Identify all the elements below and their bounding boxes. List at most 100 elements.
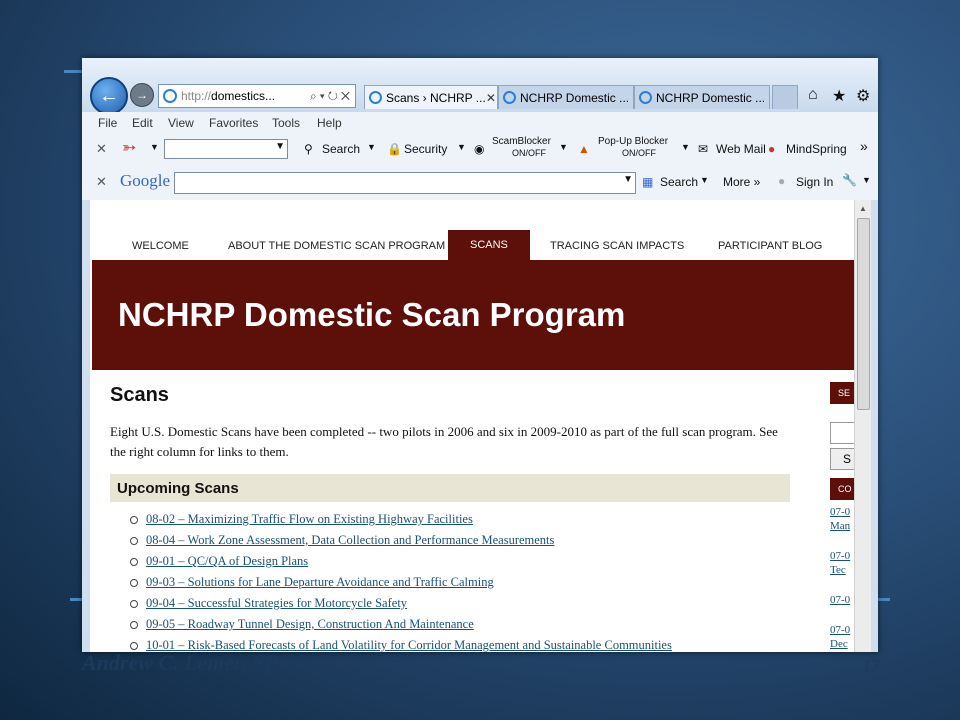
completed-scan-link[interactable]: 07-0 <box>830 594 850 606</box>
nav-welcome[interactable]: WELCOME <box>132 240 189 252</box>
browser-window: ← → http:// domestics... ⌕▾↻✕ Scans › NC… <box>82 58 878 652</box>
completed-scan-link[interactable]: 07-0 <box>830 550 850 562</box>
menu-edit[interactable]: Edit <box>132 116 153 130</box>
nav-scans[interactable]: SCANS <box>448 230 530 260</box>
scrollbar-thumb[interactable] <box>857 218 870 410</box>
google-search-field[interactable]: ▼ <box>174 172 636 194</box>
slide-author: Andrew C. Lemer, SPO <box>82 650 295 675</box>
completed-scan-link[interactable]: Man <box>830 520 850 532</box>
tab-label: Scans › NCHRP ... <box>386 90 486 105</box>
tab-close-icon[interactable]: ✕ <box>486 91 497 105</box>
popup-blocker-state[interactable]: ON/OFF <box>622 148 656 158</box>
completed-scan-link[interactable]: 07-0 <box>830 624 850 636</box>
gear-icon[interactable]: ⚙ <box>856 86 870 106</box>
bullet-icon <box>130 642 138 651</box>
menu-tools[interactable]: Tools <box>272 116 300 130</box>
address-protocol: http:// <box>181 89 212 103</box>
site-search-input[interactable] <box>830 422 854 444</box>
home-icon[interactable]: ⌂ <box>808 86 818 104</box>
menu-help[interactable]: Help <box>317 116 342 130</box>
list-item: 08-04 – Work Zone Assessment, Data Colle… <box>130 533 554 548</box>
list-item: 09-01 – QC/QA of Design Plans <box>130 554 308 569</box>
favorites-star-icon[interactable]: ★ <box>832 86 846 106</box>
scan-link[interactable]: 08-04 – Work Zone Assessment, Data Colle… <box>146 533 554 547</box>
more-chevrons-icon[interactable]: » <box>860 138 868 154</box>
nav-blog[interactable]: PARTICIPANT BLOG <box>718 240 822 252</box>
tab-label: NCHRP Domestic ... <box>520 90 630 105</box>
google-search-button[interactable]: Search <box>660 175 698 189</box>
google-toolbar: ✕ Google ▼ ▦ Search ▼ More » ● Sign In 🔧… <box>82 164 878 200</box>
tab-label: NCHRP Domestic ... <box>656 90 766 105</box>
address-domain: domestics... <box>211 89 276 103</box>
tab-scans[interactable]: Scans › NCHRP ... ✕ <box>364 85 498 109</box>
ie-page-icon <box>163 89 177 103</box>
scan-link[interactable]: 09-03 – Solutions for Lane Departure Avo… <box>146 575 494 589</box>
address-tools-icon[interactable]: ⌕▾↻✕ <box>310 89 355 104</box>
toolbar-search-field[interactable]: ▼ <box>164 139 288 159</box>
page-heading: Scans <box>110 384 169 406</box>
site-search-button[interactable]: S <box>830 448 854 470</box>
mindspring-button[interactable]: MindSpring <box>786 142 847 156</box>
chevron-down-icon[interactable]: ▼ <box>862 175 871 185</box>
security-button[interactable]: Security <box>404 142 447 156</box>
scan-link[interactable]: 08-02 – Maximizing Traffic Flow on Exist… <box>146 512 473 526</box>
lock-icon: 🔒 <box>387 142 402 156</box>
wrench-icon[interactable]: 🔧 <box>842 173 857 187</box>
browser-titlebar: ← → http:// domestics... ⌕▾↻✕ Scans › NC… <box>82 58 878 115</box>
bullet-icon <box>130 516 138 525</box>
menu-file[interactable]: File <box>98 116 117 130</box>
bullet-icon <box>130 621 138 630</box>
scamblocker-state[interactable]: ON/OFF <box>512 148 546 158</box>
signin-icon: ● <box>778 174 786 188</box>
chevron-down-icon[interactable]: ▼ <box>700 175 709 185</box>
bullet-icon <box>130 537 138 546</box>
completed-scan-link[interactable]: Dec <box>830 638 848 650</box>
google-logo: Google <box>120 171 171 190</box>
more-button[interactable]: More » <box>723 175 760 189</box>
scan-link[interactable]: 09-05 – Roadway Tunnel Design, Construct… <box>146 617 474 631</box>
chevron-down-icon[interactable]: ▼ <box>623 174 633 185</box>
menu-view[interactable]: View <box>168 116 194 130</box>
search-box-header: SE <box>830 382 854 404</box>
menu-favorites[interactable]: Favorites <box>209 116 258 130</box>
mindspring-icon: ● <box>768 142 776 156</box>
bullet-icon <box>130 600 138 609</box>
chevron-down-icon[interactable]: ▼ <box>457 142 466 152</box>
chevron-down-icon[interactable]: ▼ <box>367 142 376 152</box>
scroll-up-icon[interactable]: ▲ <box>859 204 867 213</box>
ie-tab-icon <box>369 91 382 104</box>
ie-tab-icon <box>639 91 652 104</box>
vertical-scrollbar[interactable]: ▲ <box>854 200 871 652</box>
slide-page-number: 17 <box>862 656 880 676</box>
tab-nchrp-1[interactable]: NCHRP Domestic ... <box>498 85 634 109</box>
search-icon[interactable]: ⚲ <box>304 142 313 156</box>
sign-in-button[interactable]: Sign In <box>796 175 833 189</box>
back-arrow-icon[interactable]: ← <box>90 77 128 115</box>
scan-link[interactable]: 09-01 – QC/QA of Design Plans <box>146 554 308 568</box>
earthlink-toolbar: ✕ ➳ ▼ ▼ ⚲ Search ▼ 🔒 Security ▼ ◉ ScamBl… <box>82 134 878 164</box>
mail-icon: ✉ <box>698 142 709 156</box>
scamblocker-title[interactable]: ScamBlocker <box>492 136 551 147</box>
web-mail-button[interactable]: Web Mail <box>716 142 766 156</box>
completed-scan-link[interactable]: 07-0 <box>830 506 850 518</box>
toolbar-search-button[interactable]: Search <box>322 142 360 156</box>
popup-blocker-title[interactable]: Pop-Up Blocker <box>598 136 668 147</box>
chevron-down-icon[interactable]: ▼ <box>275 141 285 152</box>
chevron-down-icon[interactable]: ▼ <box>559 142 568 152</box>
tab-nchrp-2[interactable]: NCHRP Domestic ... <box>634 85 770 109</box>
menu-bar: File Edit View Favorites Tools Help <box>82 112 878 134</box>
chevron-down-icon[interactable]: ▼ <box>150 142 159 152</box>
forward-arrow-icon[interactable]: → <box>130 83 154 107</box>
list-item: 09-05 – Roadway Tunnel Design, Construct… <box>130 617 474 632</box>
scan-link[interactable]: 09-04 – Successful Strategies for Motorc… <box>146 596 407 610</box>
scamblocker-icon: ◉ <box>474 142 485 156</box>
nav-tracing[interactable]: TRACING SCAN IMPACTS <box>550 240 684 252</box>
toolbar-logo-icon[interactable]: ➳ <box>122 138 136 158</box>
new-tab-button[interactable] <box>772 85 798 109</box>
nav-about[interactable]: ABOUT THE DOMESTIC SCAN PROGRAM <box>228 240 445 252</box>
completed-scan-link[interactable]: Tec <box>830 564 846 576</box>
close-toolbar-icon[interactable]: ✕ <box>96 141 107 157</box>
address-bar[interactable]: http:// domestics... ⌕▾↻✕ <box>158 84 356 108</box>
close-toolbar-icon[interactable]: ✕ <box>96 174 107 190</box>
chevron-down-icon[interactable]: ▼ <box>681 142 690 152</box>
